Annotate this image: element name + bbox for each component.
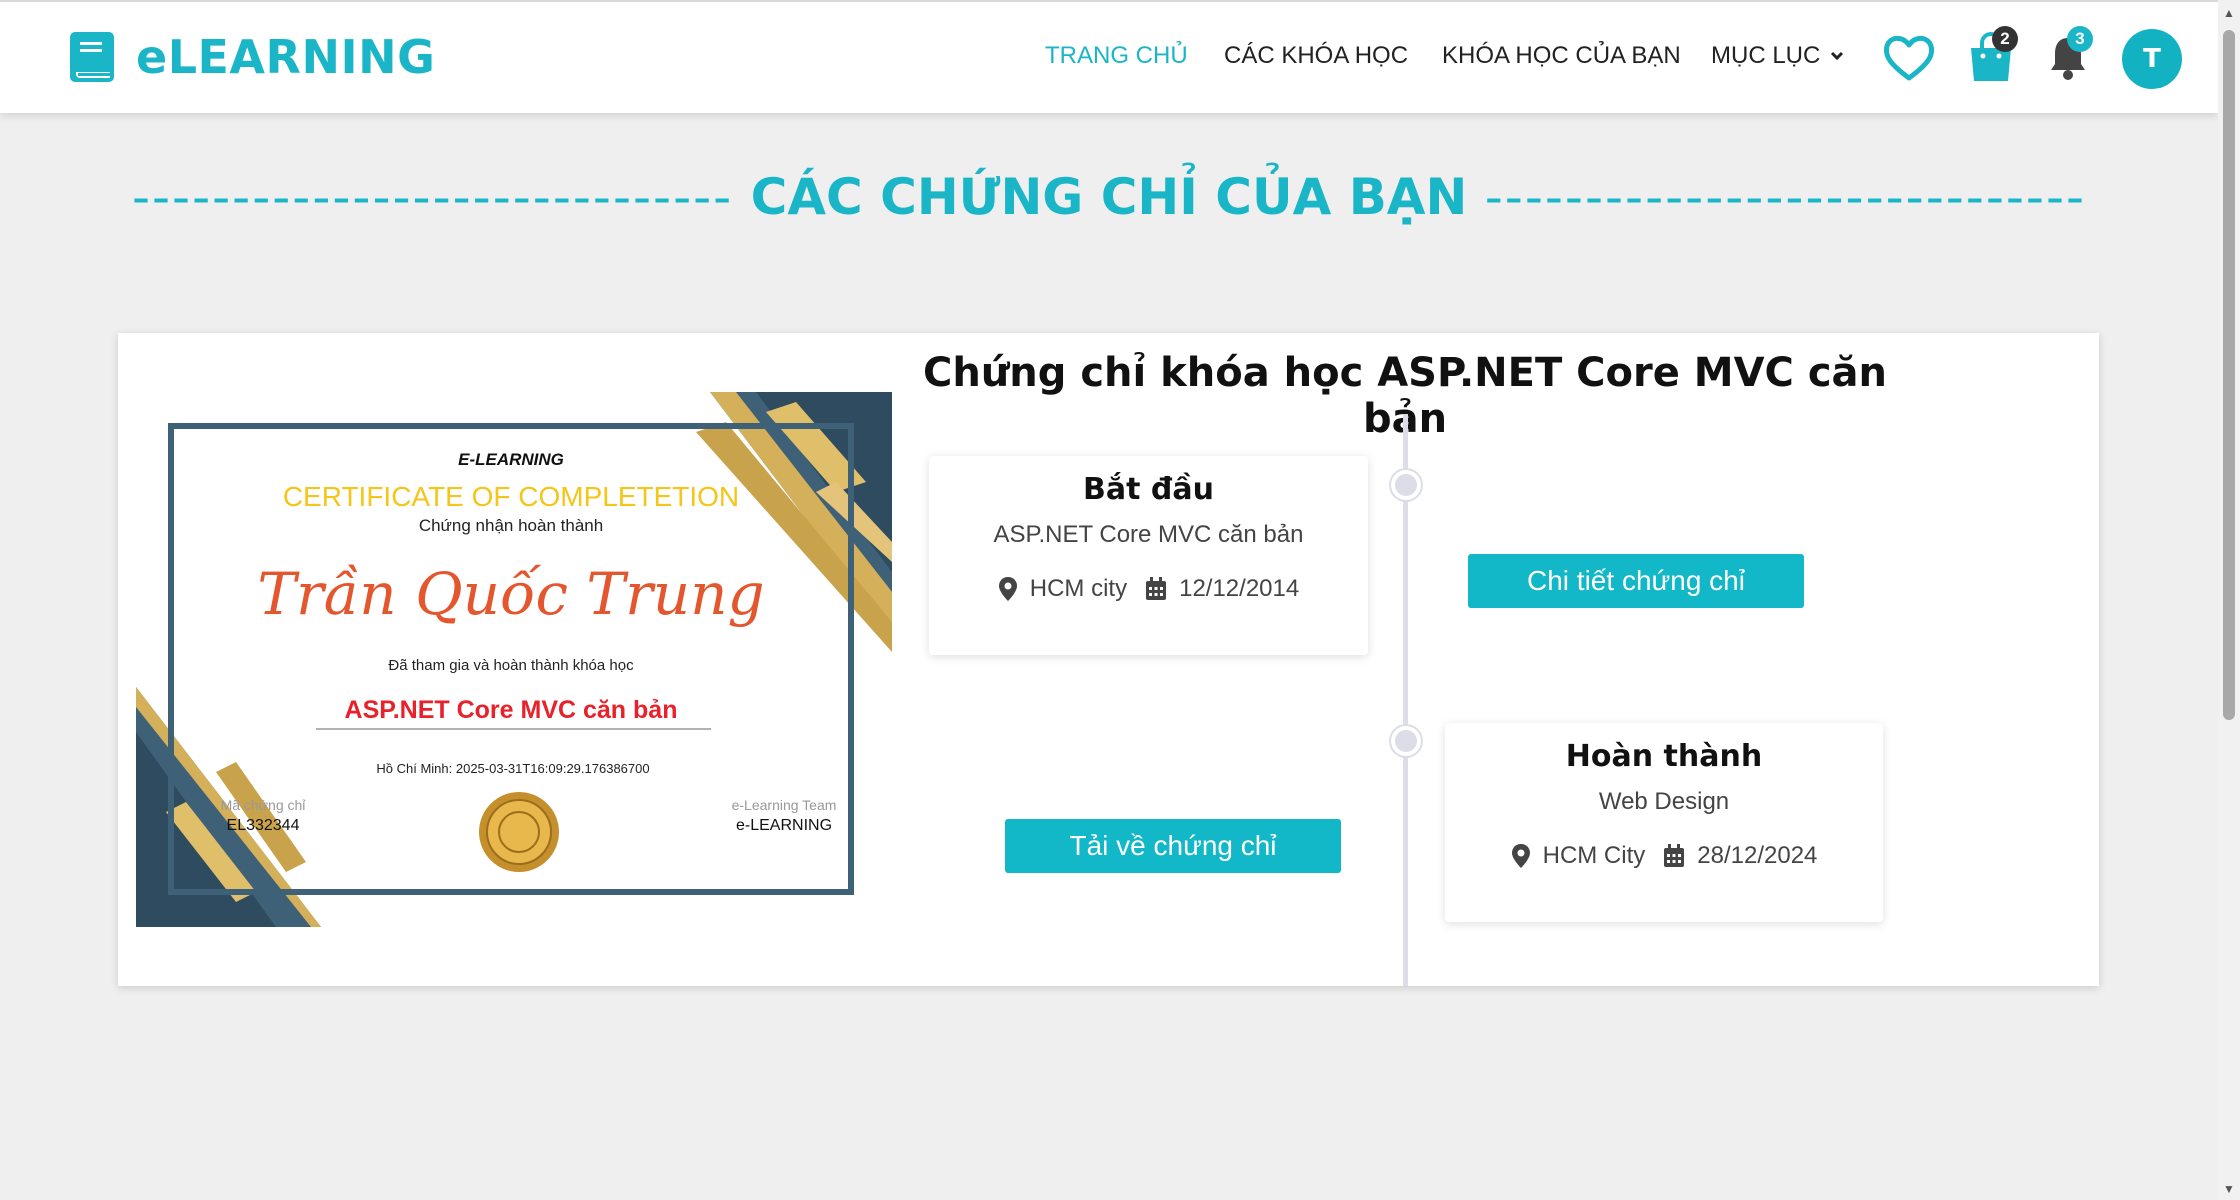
nav-menu-dropdown[interactable]: MỤC LỤC [1711,42,1844,70]
page-title: ------------------------------ CÁC CHỨNG… [0,168,2218,226]
brand-name: eLEARNING [136,30,436,84]
cert-image-recipient: Trần Quốc Trung [257,560,764,628]
calendar-icon [1664,844,1685,867]
top-navbar: eLEARNING TRANG CHỦ CÁC KHÓA HỌC KHÓA HỌ… [0,0,2218,113]
page-title-text: CÁC CHỨNG CHỈ CỦA BẠN [750,168,1468,226]
start-heading: Bắt đầu [1083,472,1214,507]
calendar-icon [1146,577,1167,600]
finish-meta: HCM City 28/12/2024 [1445,842,1883,870]
nav-courses[interactable]: CÁC KHÓA HỌC [1224,42,1408,70]
start-date: 12/12/2014 [1179,575,1300,602]
start-meta: HCM city 12/12/2014 [929,575,1368,603]
notification-count-badge: 3 [2067,26,2093,52]
cart-count-badge: 2 [1992,26,2018,52]
brand-logo[interactable]: eLEARNING [70,30,435,84]
cert-image-code: EL332344 [227,817,300,834]
chevron-down-icon [1831,51,1844,61]
finish-location: HCM City [1542,842,1646,869]
location-pin-icon [998,577,1017,601]
timeline-card-start: Bắt đầu ASP.NET Core MVC căn bản HCM cit… [929,456,1368,655]
cert-image-team-label: e-Learning Team [732,797,837,813]
nav-menu-label: MỤC LỤC [1711,42,1821,69]
user-avatar[interactable]: T [2122,29,2182,89]
cert-image-team: e-LEARNING [736,817,832,834]
nav-home[interactable]: TRANG CHỦ [1045,42,1188,70]
location-pin-icon [1511,844,1530,868]
book-icon [70,32,114,82]
nav-my-courses[interactable]: KHÓA HỌC CỦA BẠN [1442,42,1681,70]
certificate-image: E-LEARNING CERTIFICATE OF COMPLETETION C… [136,392,892,927]
finish-date: 28/12/2024 [1697,842,1818,869]
heart-icon[interactable] [1883,34,1935,82]
timeline-dot-finish [1391,726,1421,756]
cert-image-code-label: Mã chứng chỉ [221,797,307,813]
cert-image-issued: Hồ Chí Minh: 2025-03-31T16:09:29.1763867… [376,761,649,776]
timeline-dot-start [1391,470,1421,500]
start-course: ASP.NET Core MVC căn bản [993,521,1304,548]
title-dashes-right: ------------------------------ [1484,168,2087,226]
finish-heading: Hoàn thành [1565,739,1763,774]
certificate-detail-button[interactable]: Chi tiết chứng chỉ [1468,554,1804,608]
cert-image-title: CERTIFICATE OF COMPLETETION [283,481,739,512]
scroll-up-arrow-icon[interactable]: ▲ [2223,6,2235,20]
timeline-card-finish: Hoàn thành Web Design HCM City 28/12/202… [1445,723,1883,922]
finish-course: Web Design [1598,788,1730,815]
cert-image-statement: Đã tham gia và hoàn thành khóa học [388,657,634,674]
start-location: HCM city [1029,575,1128,602]
cert-image-brand: E-LEARNING [458,450,564,469]
scroll-down-arrow-icon[interactable]: ▼ [2223,1182,2235,1196]
cert-image-course: ASP.NET Core MVC căn bản [345,696,678,724]
download-certificate-button[interactable]: Tải về chứng chỉ [1005,819,1341,873]
scrollbar-thumb[interactable] [2223,30,2235,720]
title-dashes-left: ------------------------------ [131,168,734,226]
cert-image-subtitle: Chứng nhận hoàn thành [419,516,603,535]
